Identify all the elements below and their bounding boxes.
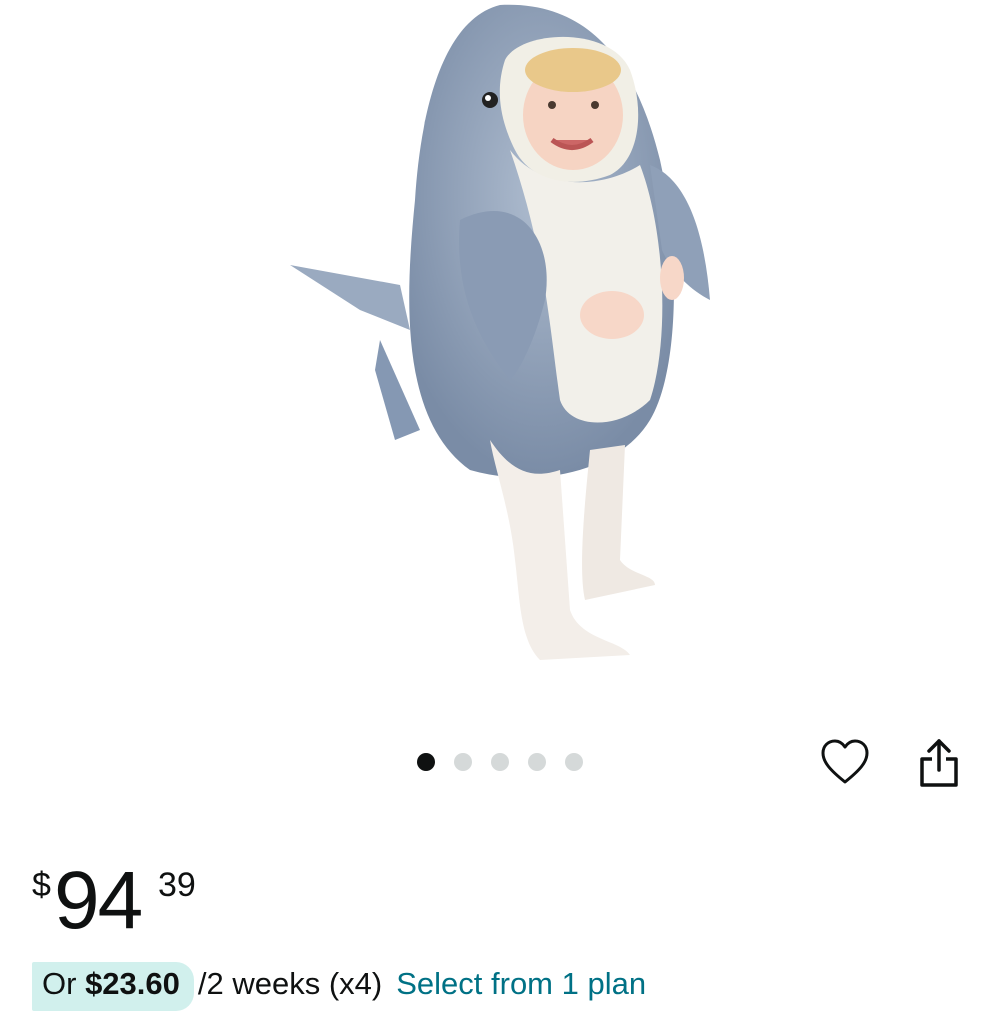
favorite-button[interactable] bbox=[815, 732, 875, 792]
installment-highlight: Or $23.60 bbox=[32, 962, 194, 1011]
share-icon bbox=[920, 739, 958, 787]
share-button[interactable] bbox=[909, 733, 969, 793]
installment-amount: $23.60 bbox=[85, 966, 180, 1001]
carousel-dot-2[interactable] bbox=[454, 753, 472, 771]
carousel-dot-3[interactable] bbox=[491, 753, 509, 771]
price-currency-symbol: $ bbox=[32, 866, 51, 904]
carousel-dot-1[interactable] bbox=[417, 753, 435, 771]
heart-icon bbox=[821, 739, 869, 784]
carousel-dot-4[interactable] bbox=[528, 753, 546, 771]
select-plan-link[interactable]: Select from 1 plan bbox=[396, 966, 646, 1001]
price-fraction: 39 bbox=[158, 866, 196, 904]
installment-period: /2 weeks (x4) bbox=[197, 966, 383, 1001]
shark-costume-photo bbox=[290, 4, 710, 660]
installment-offer: Or $23.60/2 weeks (x4) Select from 1 plan bbox=[32, 962, 646, 1011]
carousel-dot-5[interactable] bbox=[565, 753, 583, 771]
installment-prefix: Or bbox=[42, 966, 77, 1001]
product-image[interactable] bbox=[0, 0, 1000, 700]
price-whole: 94 bbox=[54, 855, 143, 946]
